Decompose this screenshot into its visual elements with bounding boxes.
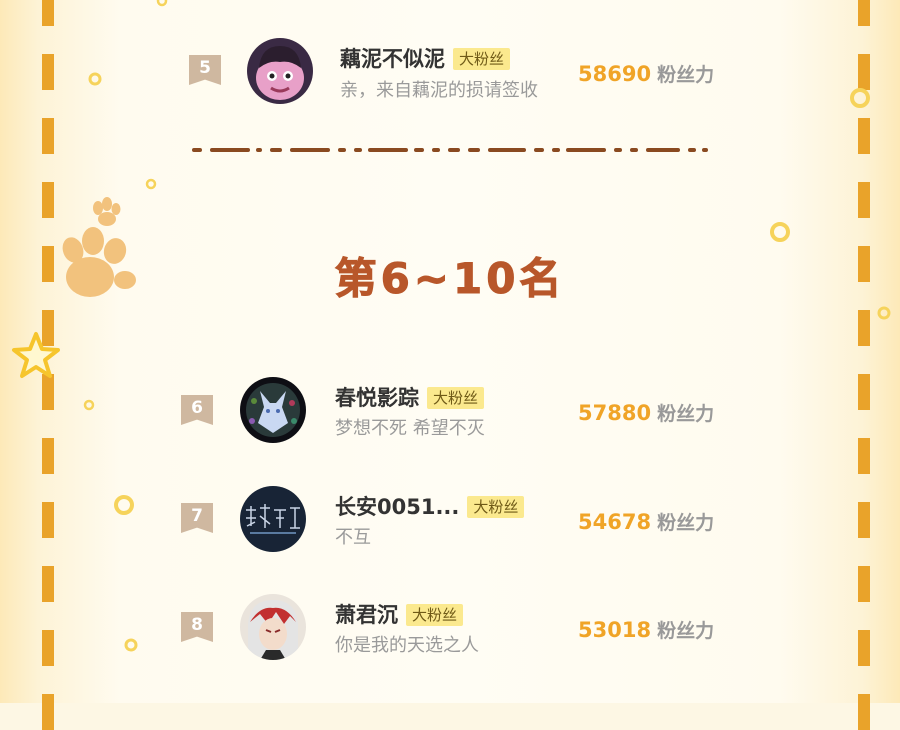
page-background bbox=[0, 0, 900, 703]
star-icon bbox=[12, 332, 60, 378]
avatar-image bbox=[240, 594, 306, 660]
paw-icon bbox=[62, 197, 136, 297]
dot-ring-icon bbox=[145, 178, 157, 190]
fan-score: 53018 粉丝力 bbox=[578, 616, 714, 643]
fan-name-text: 长安0051... bbox=[335, 495, 460, 519]
fan-level-tag: 大粉丝 bbox=[467, 496, 525, 518]
avatar[interactable] bbox=[247, 38, 313, 104]
fan-name-text: 藕泥不似泥 bbox=[340, 47, 445, 71]
dot-ring-icon bbox=[124, 638, 138, 652]
dot-ring-icon bbox=[88, 72, 102, 86]
fan-score-unit: 粉丝力 bbox=[657, 512, 715, 534]
fan-name[interactable]: 藕泥不似泥 大粉丝 bbox=[340, 46, 511, 72]
fan-score-value: 57880 bbox=[578, 401, 652, 425]
avatar-image bbox=[247, 38, 313, 104]
fan-name-text: 萧君沉 bbox=[335, 603, 398, 627]
fan-signature: 亲，来自藕泥的损请签收 bbox=[340, 80, 538, 101]
fan-signature: 你是我的天选之人 bbox=[335, 635, 479, 656]
fan-level-tag: 大粉丝 bbox=[427, 387, 485, 409]
section-heading: 第6~10名 bbox=[334, 254, 566, 304]
dot-ring-icon bbox=[83, 399, 95, 411]
fan-signature: 梦想不死 希望不灭 bbox=[335, 418, 485, 439]
dot-ring-icon bbox=[114, 495, 134, 515]
fan-name[interactable]: 春悦影踪 大粉丝 bbox=[335, 385, 485, 411]
avatar[interactable] bbox=[240, 377, 306, 443]
fan-score-unit: 粉丝力 bbox=[657, 403, 715, 425]
fan-score-value: 53018 bbox=[578, 618, 652, 642]
dot-ring-icon bbox=[156, 0, 168, 7]
fan-score-unit: 粉丝力 bbox=[657, 64, 715, 86]
fan-name-text: 春悦影踪 bbox=[335, 386, 419, 410]
dot-ring-icon bbox=[770, 222, 790, 242]
avatar-image bbox=[240, 377, 306, 443]
fan-level-tag: 大粉丝 bbox=[406, 604, 464, 626]
avatar-image bbox=[240, 486, 306, 552]
fan-score-unit: 粉丝力 bbox=[657, 620, 715, 642]
fan-score: 54678 粉丝力 bbox=[578, 508, 714, 535]
fan-score: 58690 粉丝力 bbox=[578, 60, 714, 87]
avatar[interactable] bbox=[240, 486, 306, 552]
fan-score-value: 58690 bbox=[578, 62, 652, 86]
dot-ring-icon bbox=[877, 306, 891, 320]
fan-level-tag: 大粉丝 bbox=[453, 48, 511, 70]
dot-ring-icon bbox=[850, 88, 870, 108]
fan-name[interactable]: 长安0051... 大粉丝 bbox=[335, 494, 525, 520]
fan-name[interactable]: 萧君沉 大粉丝 bbox=[335, 602, 464, 628]
section-divider bbox=[192, 148, 708, 152]
fan-score: 57880 粉丝力 bbox=[578, 399, 714, 426]
avatar[interactable] bbox=[240, 594, 306, 660]
fan-score-value: 54678 bbox=[578, 510, 652, 534]
fan-signature: 不互 bbox=[335, 527, 371, 548]
